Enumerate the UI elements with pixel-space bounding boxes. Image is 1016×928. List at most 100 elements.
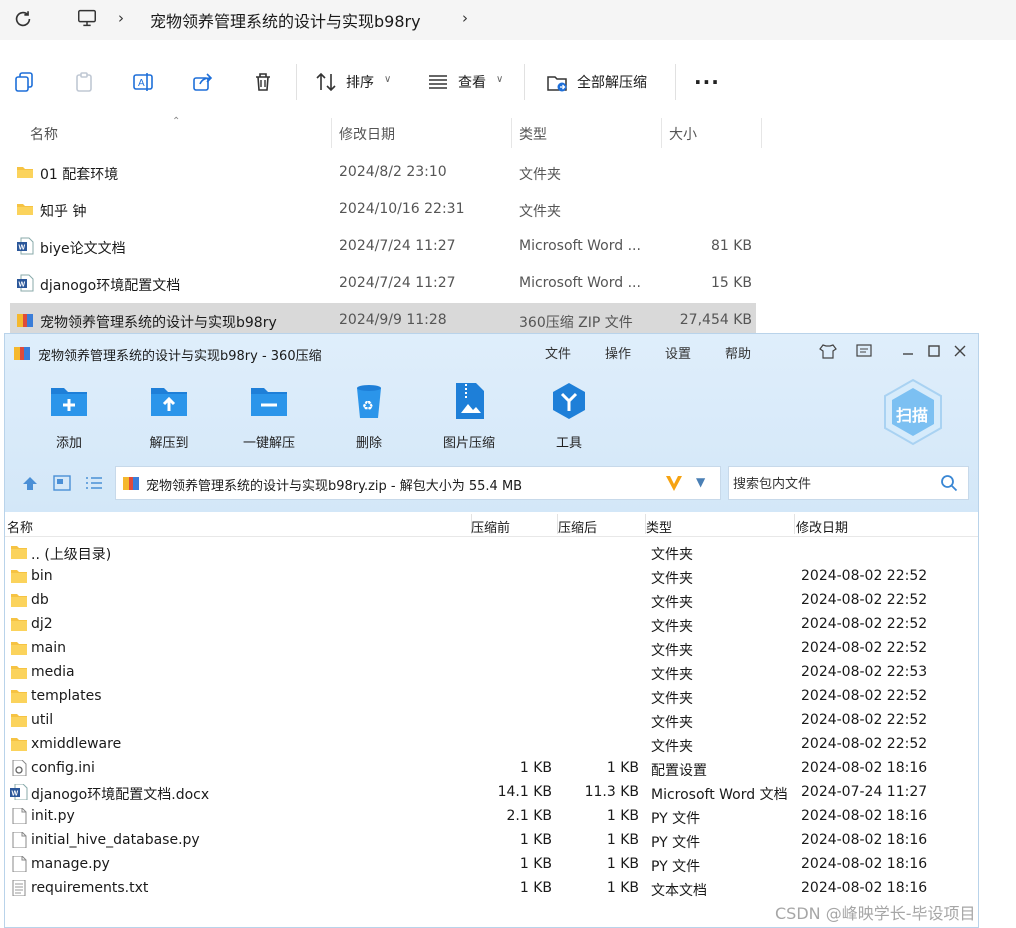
modified-date: 2024-08-02 18:16 [801, 832, 928, 848]
file-type: 文件夹 [651, 739, 693, 755]
column-divider[interactable] [331, 118, 332, 148]
column-divider[interactable] [761, 118, 762, 148]
add-folder-icon [51, 388, 87, 416]
menu-file[interactable]: 文件 [545, 343, 571, 362]
size-before: 1 KB [519, 856, 552, 872]
size-after: 1 KB [606, 856, 639, 872]
this-pc-icon[interactable] [76, 7, 98, 29]
folder-icon [10, 592, 28, 608]
size-before: 2.1 KB [506, 808, 553, 824]
share-icon[interactable] [191, 70, 215, 94]
list-item[interactable]: 01 配套环境 2024/8/2 23:10 文件夹 [10, 155, 756, 190]
table-row[interactable]: util 文件夹 2024-08-02 22:52 [5, 708, 978, 732]
v-logo-icon[interactable] [664, 473, 684, 493]
paste-icon[interactable] [72, 70, 96, 94]
list-item[interactable]: W biye论文文档 2024/7/24 11:27 Microsoft Wor… [10, 229, 756, 264]
menu-settings[interactable]: 设置 [665, 343, 691, 362]
one-click-extract-button[interactable]: 一键解压 [229, 380, 309, 452]
column-modified[interactable]: 修改日期 [796, 517, 848, 536]
table-row[interactable]: xmiddleware 文件夹 2024-08-02 22:52 [5, 732, 978, 756]
file-type: 文件夹 [651, 691, 693, 707]
view-icon[interactable] [426, 70, 450, 94]
column-after[interactable]: 压缩后 [558, 517, 597, 536]
table-row[interactable]: init.py 2.1 KB 1 KB PY 文件 2024-08-02 18:16 [5, 804, 978, 828]
folder-icon [10, 688, 28, 704]
size-after: 1 KB [606, 832, 639, 848]
column-name[interactable]: 名称 [30, 124, 58, 144]
refresh-icon[interactable] [12, 8, 34, 30]
table-row[interactable]: .. (上级目录) 文件夹 [5, 540, 978, 564]
menu-operation[interactable]: 操作 [605, 343, 631, 362]
tools-button[interactable]: 工具 [529, 380, 609, 452]
minimize-icon[interactable] [899, 342, 917, 360]
table-row[interactable]: templates 文件夹 2024-08-02 22:52 [5, 684, 978, 708]
table-row[interactable]: dj2 文件夹 2024-08-02 22:52 [5, 612, 978, 636]
column-divider[interactable] [794, 514, 795, 534]
scan-button[interactable]: 扫描 [880, 376, 946, 448]
list-view-icon[interactable] [85, 475, 103, 491]
maximize-icon[interactable] [925, 342, 943, 360]
menu-help[interactable]: 帮助 [725, 343, 751, 362]
table-row[interactable]: bin 文件夹 2024-08-02 22:52 [5, 564, 978, 588]
size-after: 1 KB [606, 808, 639, 824]
file-type: Microsoft Word 文档 [651, 787, 788, 803]
file-date: 2024/7/24 11:27 [339, 238, 456, 254]
column-size[interactable]: 大小 [669, 124, 697, 144]
file-type: 文件夹 [651, 571, 693, 587]
table-row[interactable]: main 文件夹 2024-08-02 22:52 [5, 636, 978, 660]
column-divider[interactable] [661, 118, 662, 148]
up-arrow-icon[interactable] [21, 475, 39, 491]
file-name: media [31, 664, 75, 680]
add-button[interactable]: 添加 [29, 380, 109, 452]
column-name[interactable]: 名称 [7, 517, 33, 536]
feedback-icon[interactable] [855, 342, 873, 360]
sort-ascending-icon: ⌃ [172, 116, 181, 127]
table-row[interactable]: Wdjanogo环境配置文档.docx 14.1 KB 11.3 KB Microso… [5, 780, 978, 804]
skin-icon[interactable] [819, 342, 837, 360]
extract-to-button[interactable]: 解压到 [129, 380, 209, 452]
chevron-right-icon[interactable]: › [462, 9, 468, 27]
file-type: 文件夹 [651, 643, 693, 659]
extract-all-button[interactable]: 全部解压缩 [577, 72, 647, 92]
thumbnail-view-icon[interactable] [53, 475, 71, 491]
table-row[interactable]: manage.py 1 KB 1 KB PY 文件 2024-08-02 18:16 [5, 852, 978, 876]
chevron-down-icon[interactable]: ∨ [496, 74, 503, 85]
scan-label: 扫描 [896, 406, 929, 425]
file-size: 15 KB [710, 275, 752, 291]
table-row[interactable]: config.ini 1 KB 1 KB 配置设置 2024-08-02 18:16 [5, 756, 978, 780]
view-button[interactable]: 查看 [458, 72, 486, 92]
breadcrumb[interactable]: 宠物领养管理系统的设计与实现b98ry [150, 8, 421, 32]
search-input[interactable] [731, 473, 935, 495]
extract-all-icon[interactable] [545, 70, 569, 94]
folder-icon [10, 736, 28, 752]
modified-date: 2024-07-24 11:27 [801, 784, 928, 800]
path-field[interactable]: 宠物领养管理系统的设计与实现b98ry.zip - 解包大小为 55.4 MB … [115, 466, 721, 500]
list-item[interactable]: 知乎 钟 2024/10/16 22:31 文件夹 [10, 192, 756, 227]
delete-icon[interactable] [251, 70, 275, 94]
sort-button[interactable]: 排序 [346, 72, 374, 92]
column-before[interactable]: 压缩前 [471, 517, 510, 536]
table-row[interactable]: requirements.txt 1 KB 1 KB 文本文档 2024-08-02 1… [5, 876, 978, 900]
table-row[interactable]: media 文件夹 2024-08-02 22:53 [5, 660, 978, 684]
table-row[interactable]: db 文件夹 2024-08-02 22:52 [5, 588, 978, 612]
column-type[interactable]: 类型 [646, 517, 672, 536]
search-icon[interactable] [940, 474, 958, 492]
zip-archive-icon [13, 344, 31, 362]
file-list-header: ⌃ 名称 修改日期 类型 大小 [0, 116, 770, 148]
column-type[interactable]: 类型 [519, 124, 547, 144]
list-item[interactable]: W djanogo环境配置文档 2024/7/24 11:27 Microsof… [10, 266, 756, 301]
dropdown-arrow-icon[interactable]: ▼ [696, 475, 705, 489]
close-icon[interactable] [951, 342, 969, 360]
image-compress-button[interactable]: 图片压缩 [429, 380, 509, 452]
rename-icon[interactable]: A [131, 70, 155, 94]
chevron-right-icon[interactable]: › [118, 9, 124, 27]
delete-button[interactable]: ♻ 删除 [329, 380, 409, 452]
column-date[interactable]: 修改日期 [339, 124, 395, 144]
table-row[interactable]: initial_hive_database.py 1 KB 1 KB PY 文件 202… [5, 828, 978, 852]
chevron-down-icon[interactable]: ∨ [384, 74, 391, 85]
copy-icon[interactable] [12, 70, 36, 94]
column-divider[interactable] [511, 118, 512, 148]
file-name: biye论文文档 [40, 241, 126, 257]
more-options-icon[interactable]: ··· [694, 70, 720, 94]
sort-icon[interactable] [314, 70, 338, 94]
